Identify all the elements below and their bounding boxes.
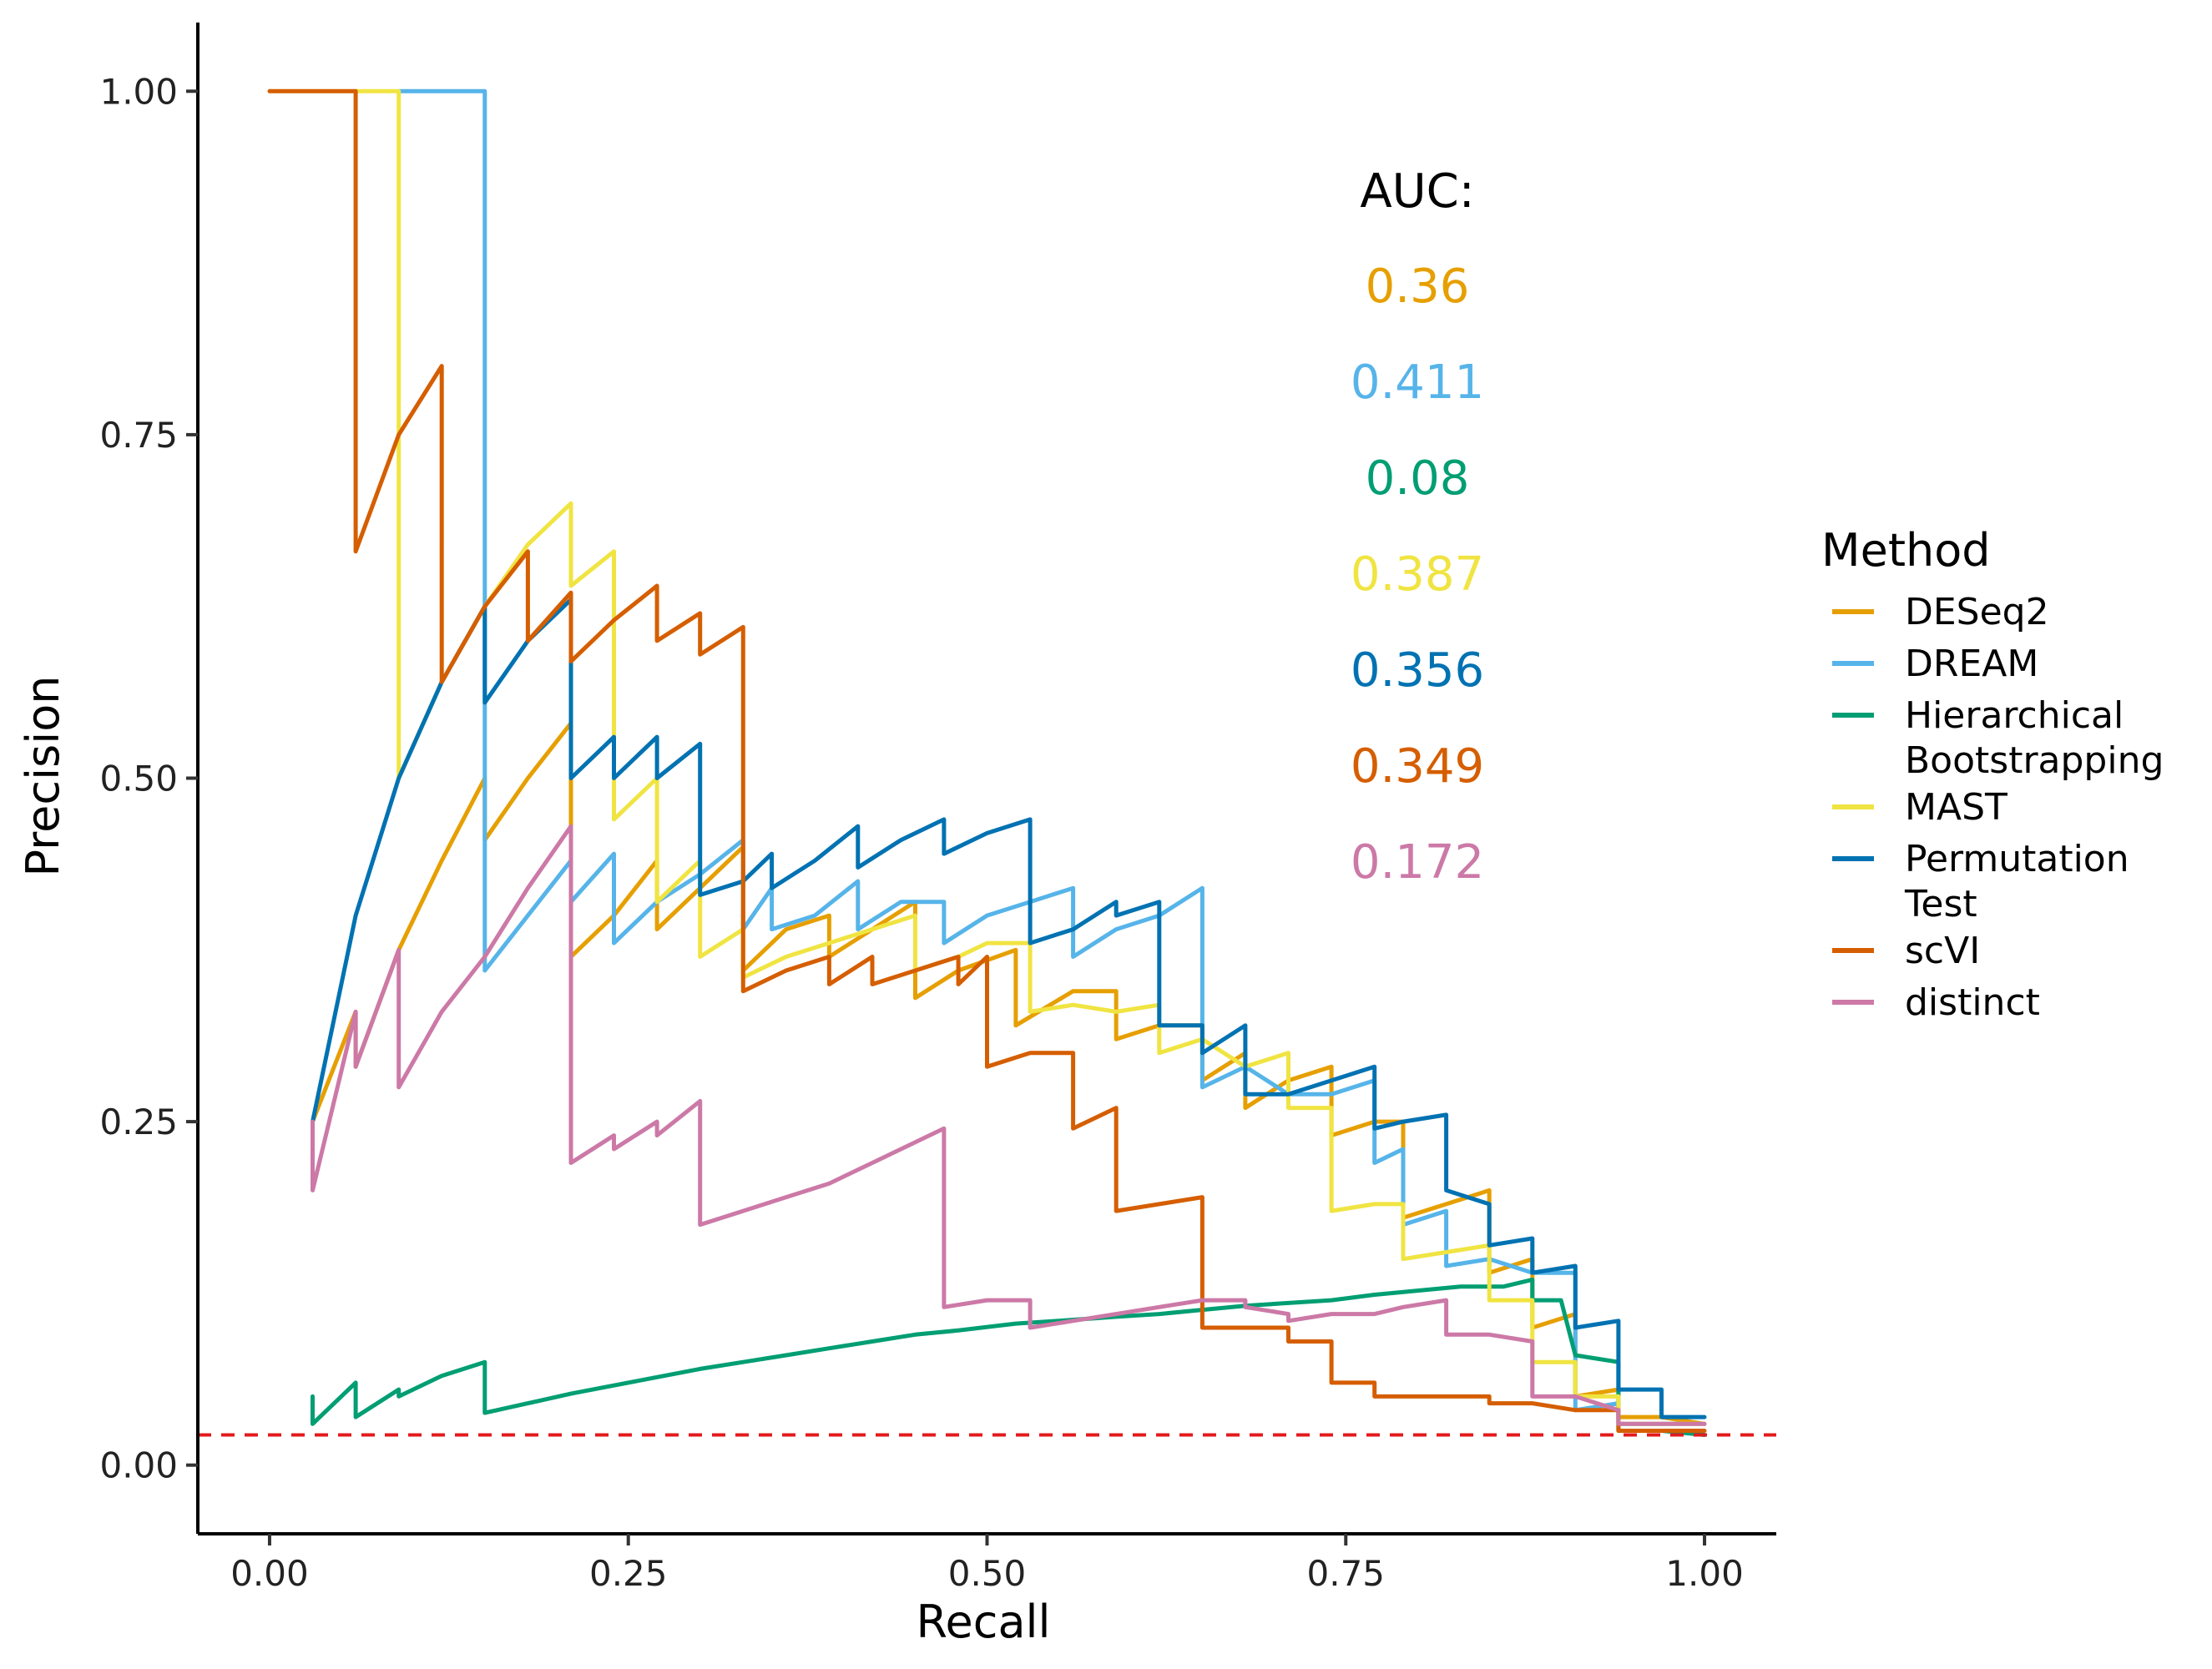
chart-background [0,0,2212,1669]
legend-label: DREAM [1905,643,2038,685]
legend-label: distinct [1905,981,2040,1024]
auc-value: 0.411 [1351,355,1484,410]
x-tick-label: 0.00 [230,1553,309,1594]
y-tick-label: 0.75 [99,415,178,456]
x-tick-label: 0.25 [589,1553,668,1594]
legend-title: Method [1821,524,1991,577]
x-axis-title: Recall [916,1596,1050,1648]
y-tick-label: 0.50 [99,759,178,799]
legend-label: MAST [1905,786,2007,829]
y-axis-title: Precision [17,676,69,877]
legend-label: scVI [1905,930,1980,972]
y-tick-label: 0.25 [99,1102,178,1142]
auc-value: 0.349 [1351,739,1484,794]
auc-header: AUC: [1360,164,1474,219]
auc-value: 0.08 [1366,451,1470,506]
x-tick-label: 0.75 [1307,1553,1386,1594]
pr-curve-chart: 0.00 0.25 0.50 0.75 1.00 0.00 0.25 0.50 0.75 1.0… [0,0,2212,1669]
legend-label: DESeq2 [1905,591,2049,633]
auc-value: 0.36 [1366,260,1470,314]
auc-value: 0.356 [1351,643,1484,698]
auc-value: 0.387 [1351,547,1484,602]
x-tick-label: 1.00 [1665,1553,1744,1594]
auc-value: 0.172 [1351,835,1484,890]
y-tick-label: 1.00 [99,71,178,112]
y-tick-label: 0.00 [99,1445,178,1486]
x-tick-label: 0.50 [948,1553,1027,1594]
